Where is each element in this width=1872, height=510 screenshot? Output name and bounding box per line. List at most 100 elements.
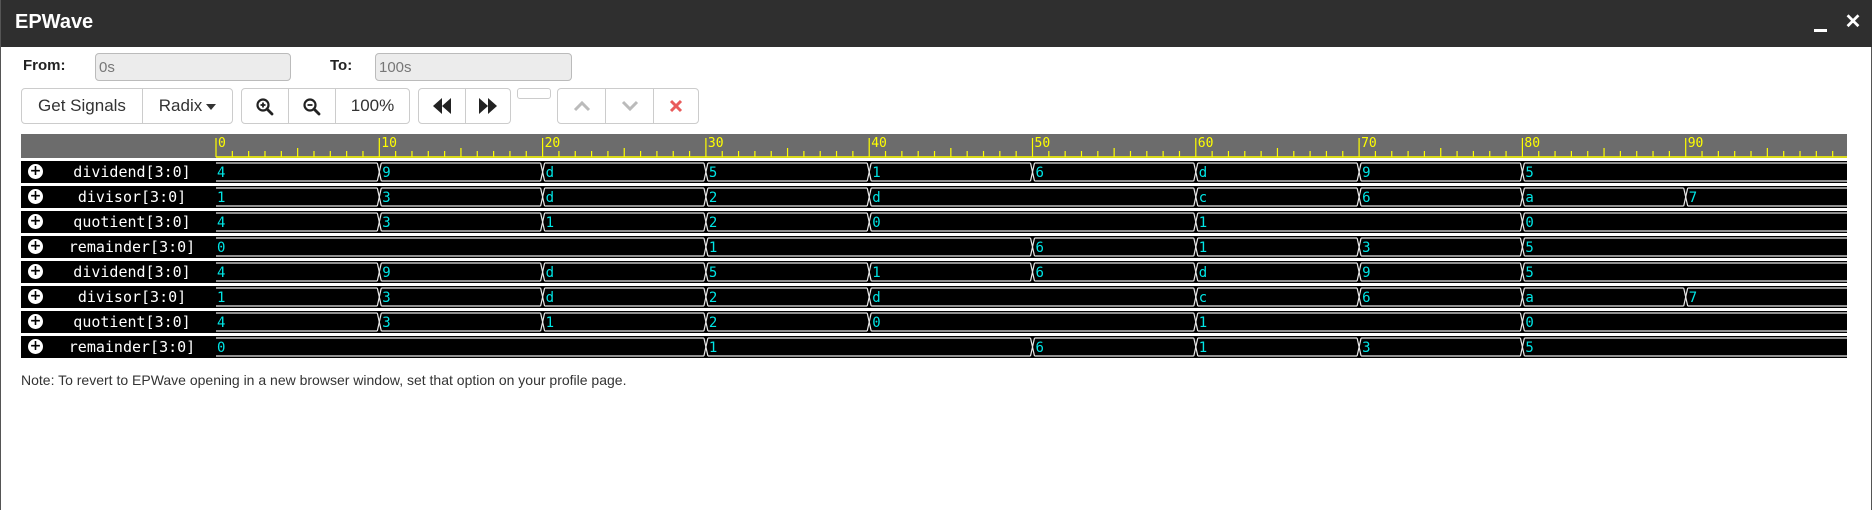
zoom-in-button[interactable] <box>241 88 289 124</box>
bus-transition <box>378 262 382 282</box>
bus-value: 1 <box>872 265 880 281</box>
chevron-down-icon <box>621 100 638 112</box>
bus-value: 6 <box>1036 165 1044 181</box>
bus-transition <box>1358 237 1362 257</box>
bus-value: 4 <box>217 315 225 331</box>
bus-value: 4 <box>217 165 225 181</box>
bus-transition <box>1031 337 1036 357</box>
bus-transition <box>705 337 709 357</box>
bus-value: 1 <box>217 190 225 206</box>
bus-value: 0 <box>872 315 880 331</box>
bus-transition <box>1521 312 1525 332</box>
bus-value: 7 <box>1689 290 1697 306</box>
bus-value: 9 <box>1362 265 1370 281</box>
bus-value: 1 <box>1199 240 1207 256</box>
bus-transition <box>1195 187 1199 207</box>
waveform-panel: 0 10 20 30 40 50 60 70 80 90 + dividend[3:0] 4 9 d 5 1 6… <box>21 134 1847 359</box>
ruler-label: 80 <box>1524 136 1540 151</box>
bus-value: 9 <box>1362 165 1370 181</box>
bus-value: 3 <box>382 315 390 331</box>
from-label: From: <box>23 57 66 74</box>
bus-transition <box>1358 162 1362 182</box>
close-button[interactable]: ✕ <box>1841 8 1865 36</box>
bus-transition <box>541 187 546 207</box>
bus-value: 5 <box>1525 340 1533 356</box>
bus-value: 0 <box>872 215 880 231</box>
bus-value: 7 <box>1689 190 1697 206</box>
minimize-button[interactable] <box>1809 8 1833 36</box>
bus-transition <box>868 187 872 207</box>
from-field[interactable]: 0s <box>95 53 291 81</box>
bus-transition <box>1195 287 1199 307</box>
remove-signal-button[interactable] <box>653 88 699 124</box>
bus-value: 1 <box>709 240 717 256</box>
bus-value: 1 <box>1199 315 1207 331</box>
bus-value: 3 <box>382 190 390 206</box>
to-field[interactable]: 100s <box>375 53 572 81</box>
get-signals-button[interactable]: Get Signals <box>21 88 143 124</box>
move-up-button[interactable] <box>557 88 606 124</box>
bus-value: 3 <box>1362 240 1370 256</box>
epwave-window: EPWave ✕ From: 0s To: 100s Get Signals R… <box>0 0 1872 510</box>
radix-label: Radix <box>158 96 203 115</box>
bus-transition <box>541 287 546 307</box>
bus-transition <box>1195 212 1199 232</box>
bus-value: 3 <box>382 290 390 306</box>
bus-transition <box>868 162 872 182</box>
bus-value: d <box>1199 165 1207 181</box>
bus-transition <box>378 187 382 207</box>
bus-transition <box>378 287 382 307</box>
bus-transition <box>868 262 872 282</box>
caret-down-icon <box>206 103 217 110</box>
bus-transition <box>1521 162 1525 182</box>
bus-transition <box>378 312 382 332</box>
bus-transition <box>868 312 872 332</box>
signal-wave: 0 1 6 1 3 5 <box>216 337 1847 357</box>
bus-value: 6 <box>1036 240 1044 256</box>
bus-value: 1 <box>546 315 554 331</box>
blank-button[interactable] <box>517 88 551 99</box>
ruler-ticks: 0 10 20 30 40 50 60 70 80 90 <box>215 136 1847 158</box>
bus-value: 0 <box>217 240 225 256</box>
bus-value: 2 <box>709 290 717 306</box>
minimize-icon <box>1814 29 1827 32</box>
bus-value: 2 <box>709 215 717 231</box>
signal-wave: 1 3 d 2 d c 6 a 7 <box>216 187 1847 207</box>
bus-transition <box>868 287 872 307</box>
bus-value: 0 <box>217 340 225 356</box>
bus-transition <box>1521 212 1525 232</box>
bus-transition <box>1358 337 1362 357</box>
bus-value: 6 <box>1362 190 1370 206</box>
bus-transition <box>1521 287 1525 307</box>
bus-transition <box>1685 287 1689 307</box>
ruler-label: 50 <box>1035 136 1051 151</box>
forward-button[interactable] <box>465 88 511 124</box>
bus-value: 3 <box>382 215 390 231</box>
ruler-label: 30 <box>708 136 724 151</box>
move-down-button[interactable] <box>605 88 654 124</box>
bus-transition <box>541 162 546 182</box>
bus-transition <box>541 312 546 332</box>
bus-transition <box>705 312 709 332</box>
zoom-level-button[interactable]: 100% <box>335 88 410 124</box>
bus-value: d <box>546 290 554 306</box>
bus-value: d <box>1199 265 1207 281</box>
rewind-icon <box>433 98 451 114</box>
bus-transition <box>705 262 709 282</box>
bus-transition <box>705 287 709 307</box>
bus-value: d <box>546 190 554 206</box>
bus-value: 9 <box>382 165 390 181</box>
bus-transition <box>541 212 546 232</box>
radix-button[interactable]: Radix <box>142 88 233 124</box>
bus-transition <box>705 187 709 207</box>
bus-transition <box>541 262 546 282</box>
bus-value: 5 <box>709 165 717 181</box>
zoom-out-button[interactable] <box>288 88 336 124</box>
to-label: To: <box>330 57 353 74</box>
ruler-label: 20 <box>545 136 561 151</box>
rewind-button[interactable] <box>418 88 466 124</box>
signal-wave: 1 3 d 2 d c 6 a 7 <box>216 287 1847 307</box>
bus-value: 5 <box>709 265 717 281</box>
ruler-label: 90 <box>1688 136 1704 151</box>
bus-value: 0 <box>1525 315 1533 331</box>
